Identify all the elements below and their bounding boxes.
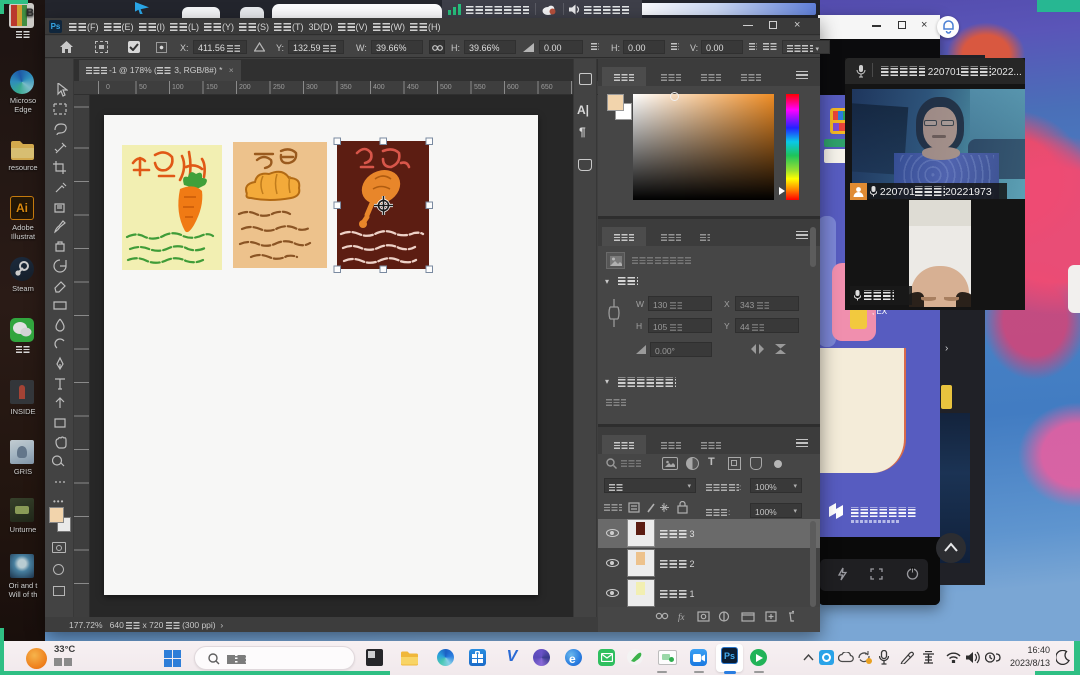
- svg-text:fx: fx: [678, 612, 685, 622]
